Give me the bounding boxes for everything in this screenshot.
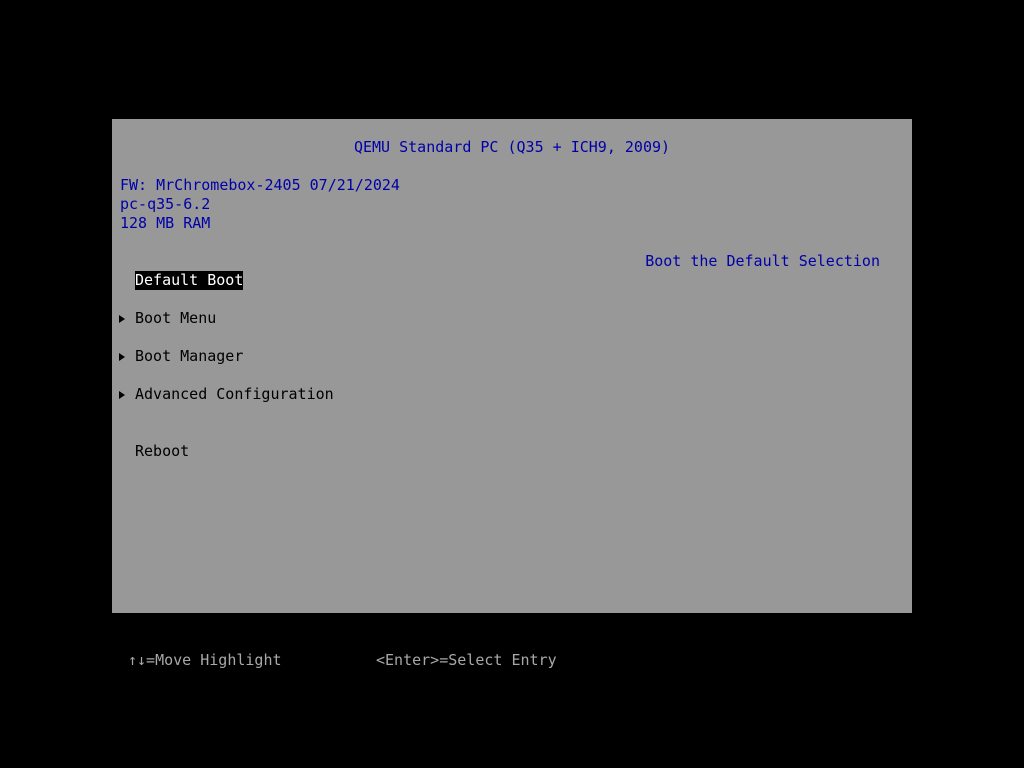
menu-item-advanced-configuration[interactable]: Advanced Configuration (112, 385, 612, 404)
menu-item-default-boot[interactable]: Default Boot (112, 271, 612, 290)
submenu-arrow-icon (119, 391, 125, 399)
firmware-version: FW: MrChromebox-2405 07/21/2024 (120, 176, 400, 194)
page-title: QEMU Standard PC (Q35 + ICH9, 2009) (353, 138, 671, 156)
footer-move-hint: ↑↓=Move Highlight (128, 651, 282, 669)
memory-size: 128 MB RAM (120, 214, 211, 232)
submenu-arrow-icon (119, 353, 125, 361)
menu-item-label: Default Boot (135, 271, 244, 290)
menu-item-label: Advanced Configuration (135, 385, 334, 403)
menu-item-boot-manager[interactable]: Boot Manager (112, 347, 612, 366)
menu-item-label: Boot Manager (135, 347, 244, 365)
firmware-screen: { "header": { "title": "QEMU Standard PC… (0, 0, 1024, 768)
menu-item-reboot[interactable]: Reboot (112, 442, 612, 461)
footer-select-hint: <Enter>=Select Entry (376, 651, 557, 669)
menu-item-label: Boot Menu (135, 309, 217, 327)
help-text: Boot the Default Selection (645, 252, 880, 270)
main-panel: QEMU Standard PC (Q35 + ICH9, 2009) FW: … (112, 119, 912, 613)
menu-item-boot-menu[interactable]: Boot Menu (112, 309, 612, 328)
machine-model: pc-q35-6.2 (120, 195, 211, 213)
submenu-arrow-icon (119, 315, 125, 323)
menu-item-label: Reboot (135, 442, 190, 460)
